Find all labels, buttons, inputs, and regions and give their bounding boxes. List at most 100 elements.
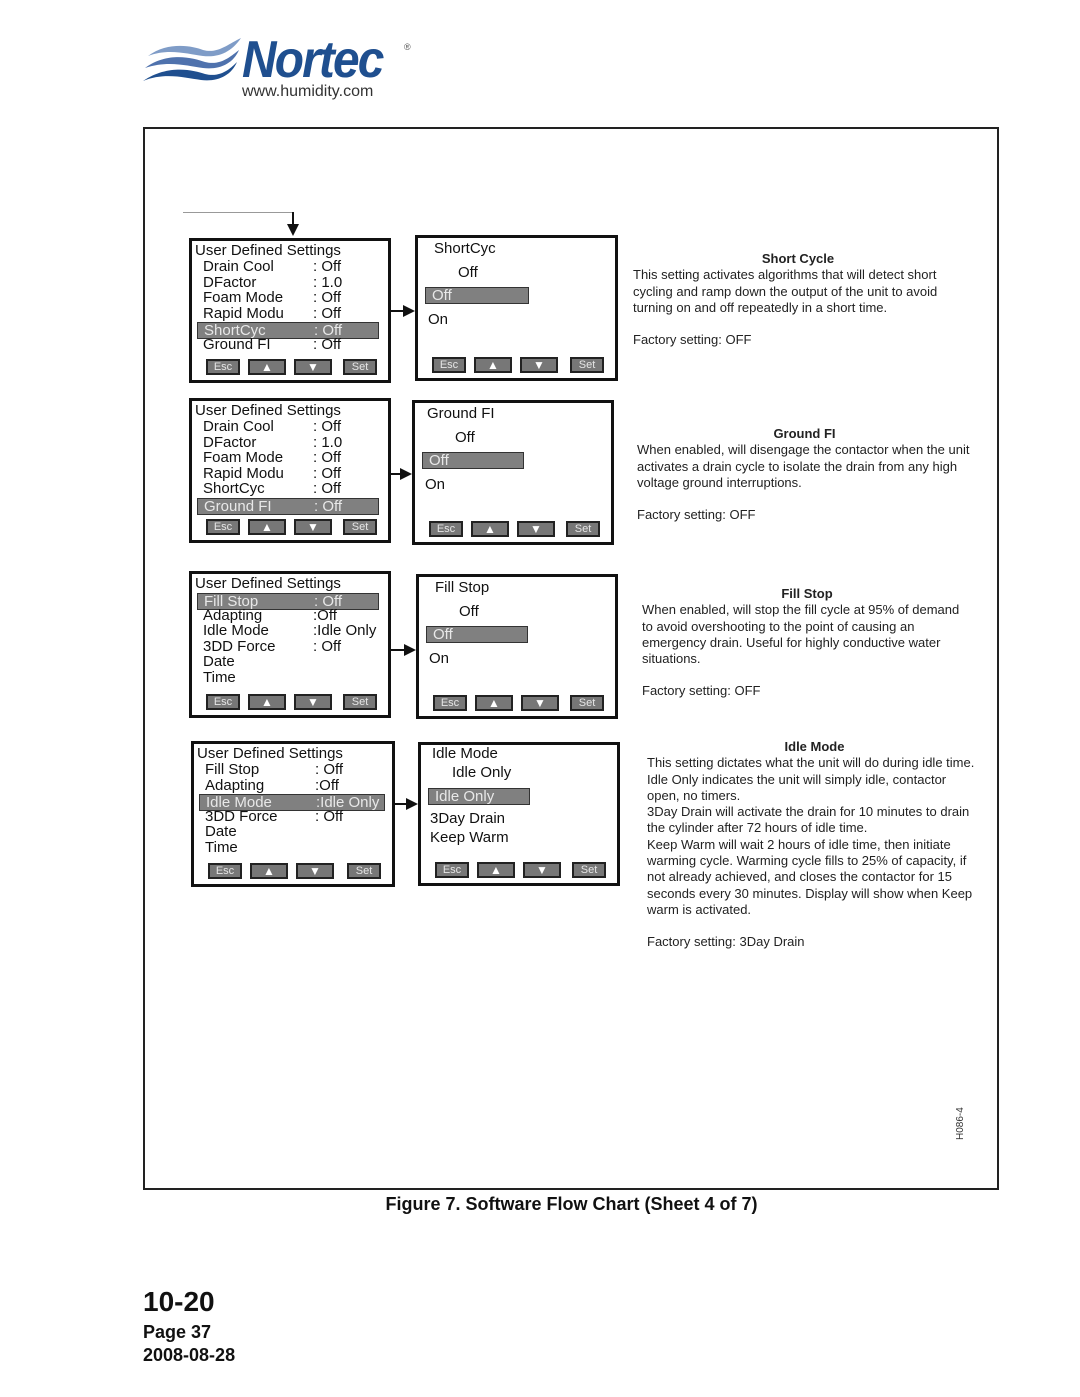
up-button[interactable]: ▲	[475, 695, 513, 711]
doc-date: 2008-08-28	[143, 1345, 236, 1365]
down-button[interactable]: ▼	[294, 519, 332, 535]
menu-item[interactable]: ShortCyc: Off	[192, 481, 388, 497]
menu-item[interactable]: Foam Mode: Off	[192, 450, 388, 466]
menu-title: User Defined Settings	[195, 242, 341, 259]
description-paragraph: 3Day Drain will activate the drain for 1…	[647, 804, 970, 836]
down-button[interactable]: ▼	[523, 862, 561, 878]
menu-item[interactable]: Date	[194, 824, 392, 840]
menu-item-label: Drain Cool	[203, 258, 274, 275]
menu-item-value: :Off	[315, 776, 339, 794]
settings-menu-screen: User Defined Settings Drain Cool: Off DFac…	[189, 238, 391, 383]
set-button[interactable]: Set	[343, 519, 377, 535]
down-button[interactable]: ▼	[294, 359, 332, 375]
esc-button[interactable]: Esc	[432, 357, 466, 373]
option-screen: ShortCyc Off Off On Esc ▲ ▼ Set	[415, 235, 618, 381]
down-button[interactable]: ▼	[296, 863, 334, 879]
menu-item-label: Time	[205, 838, 238, 856]
menu-item-value: : Off	[313, 335, 342, 353]
option-selected[interactable]: Off	[425, 287, 529, 304]
description-paragraph: Keep Warm will wait 2 hours of idle time…	[647, 836, 973, 917]
menu-title: User Defined Settings	[197, 745, 343, 762]
description-title: Short Cycle	[761, 251, 835, 266]
esc-button[interactable]: Esc	[206, 694, 240, 710]
option-screen: Ground FI Off Off On Esc ▲ ▼ Set	[412, 400, 614, 545]
esc-button[interactable]: Esc	[208, 863, 242, 879]
menu-item-value: : Off	[313, 480, 342, 497]
set-button[interactable]: Set	[566, 521, 600, 537]
esc-button[interactable]: Esc	[435, 862, 469, 878]
set-button[interactable]: Set	[570, 357, 604, 373]
flow-arrow-icon	[406, 798, 418, 810]
description-paragraph: When enabled, will disengage the contact…	[637, 442, 970, 490]
menu-item-value: : Off	[315, 761, 344, 778]
entry-arrow-icon	[287, 224, 299, 236]
set-button[interactable]: Set	[343, 694, 377, 710]
up-button[interactable]: ▲	[474, 357, 512, 373]
menu-item-label: Foam Mode	[203, 289, 284, 306]
down-button[interactable]: ▼	[517, 521, 555, 537]
menu-item-value: : Off	[313, 637, 342, 655]
entry-line	[183, 212, 293, 213]
esc-button[interactable]: Esc	[429, 521, 463, 537]
up-button[interactable]: ▲	[248, 519, 286, 535]
option-selected[interactable]: Off	[422, 452, 524, 469]
settings-menu-screen: User Defined Settings Fill Stop: Off Adapt…	[189, 571, 391, 718]
menu-item[interactable]: Drain Cool: Off	[192, 419, 388, 435]
menu-item-value: : Off	[313, 449, 342, 466]
down-button[interactable]: ▼	[520, 357, 558, 373]
option-choice[interactable]: 3Day Drain	[430, 811, 505, 827]
esc-button[interactable]: Esc	[433, 695, 467, 711]
option-selected[interactable]: Idle Only	[428, 788, 530, 805]
menu-item-value: : Off	[313, 304, 342, 322]
esc-button[interactable]: Esc	[206, 359, 240, 375]
menu-item[interactable]: Ground FI: Off	[192, 335, 388, 353]
menu-item[interactable]: Drain Cool : Off	[192, 259, 388, 275]
set-button[interactable]: Set	[570, 695, 604, 711]
description-paragraph: Idle Only indicates the unit will simply…	[647, 771, 947, 803]
set-button[interactable]: Set	[347, 863, 381, 879]
menu-item[interactable]: Adapting :Off	[194, 776, 392, 794]
up-button[interactable]: ▲	[471, 521, 509, 537]
setting-description: Ground FI When enabled, will disengage th…	[637, 426, 972, 523]
menu-item-value: : Off	[313, 258, 342, 275]
flow-arrow-icon	[400, 468, 412, 480]
option-choice[interactable]: On	[428, 312, 448, 328]
logo-wordmark: Nortec	[242, 31, 384, 89]
menu-item[interactable]: Fill Stop: Off	[194, 762, 392, 778]
option-choice[interactable]: On	[429, 651, 449, 667]
set-button[interactable]: Set	[572, 862, 606, 878]
up-button[interactable]: ▲	[248, 359, 286, 375]
up-button[interactable]: ▲	[248, 694, 286, 710]
option-title: Idle Mode	[432, 745, 498, 762]
down-button[interactable]: ▼	[521, 695, 559, 711]
description-title: Ground FI	[773, 426, 836, 441]
menu-item[interactable]: Date	[192, 654, 388, 670]
option-selected[interactable]: Off	[426, 626, 528, 643]
menu-item[interactable]: Idle Mode:Idle Only	[192, 623, 388, 639]
option-title: Fill Stop	[435, 579, 490, 596]
factory-setting: Factory setting: OFF	[633, 332, 752, 348]
option-title: Ground FI	[427, 405, 495, 422]
esc-button[interactable]: Esc	[206, 519, 240, 535]
option-selected-label: Off	[433, 626, 453, 643]
settings-menu-screen: User Defined Settings Drain Cool: Off DFac…	[189, 398, 391, 543]
up-button[interactable]: ▲	[250, 863, 288, 879]
option-choice[interactable]: Keep Warm	[430, 830, 509, 846]
set-button[interactable]: Set	[343, 359, 377, 375]
option-current-value: Idle Only	[452, 764, 512, 781]
menu-item[interactable]: Rapid Modu: Off	[192, 304, 388, 322]
menu-item-selected[interactable]: Ground FI: Off	[197, 497, 379, 515]
down-button[interactable]: ▼	[294, 694, 332, 710]
menu-item-value: : Off	[314, 497, 343, 515]
menu-item[interactable]: Time	[194, 838, 392, 856]
menu-item-label: Idle Mode	[203, 622, 269, 639]
up-button[interactable]: ▲	[477, 862, 515, 878]
menu-item[interactable]: Foam Mode: Off	[192, 290, 388, 306]
menu-item-label: Adapting	[205, 776, 265, 794]
menu-item[interactable]: Time	[192, 669, 388, 686]
option-choice[interactable]: On	[425, 477, 445, 493]
description-paragraph: This setting dictates what the unit will…	[647, 755, 975, 771]
